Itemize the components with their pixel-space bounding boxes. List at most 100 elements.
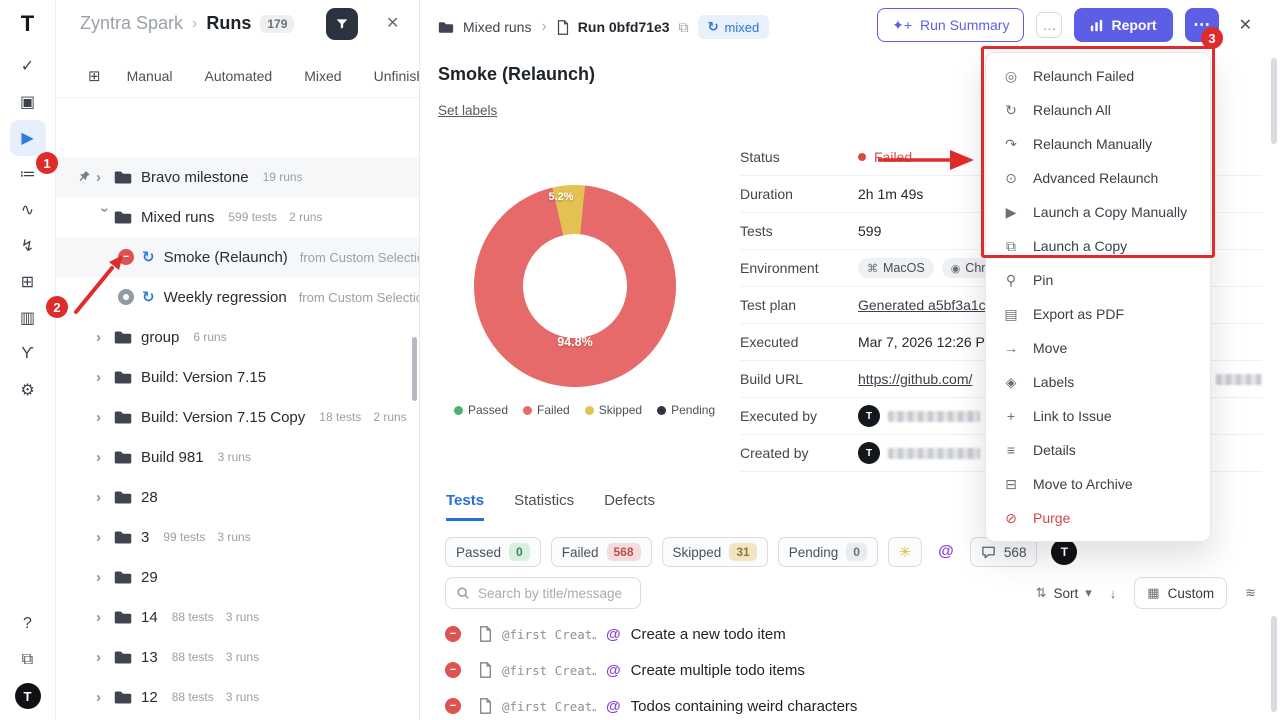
chevron-icon[interactable]: › bbox=[96, 569, 114, 586]
tree-row-build-version-7-15[interactable]: ›Build: Version 7.15 bbox=[56, 357, 419, 397]
tree-row-build-981[interactable]: ›Build 9813 runs bbox=[56, 437, 419, 477]
flaky-filter-chip[interactable]: ✳ bbox=[888, 537, 922, 567]
run-summary-label: Run Summary bbox=[920, 17, 1009, 33]
more-options-button[interactable]: … bbox=[1036, 12, 1062, 38]
rail-signature-icon[interactable]: ∿ bbox=[10, 192, 46, 228]
test-row[interactable]: −@first Creat…@Create a new todo item bbox=[445, 616, 1254, 652]
tree-item-meta: 88 tests bbox=[172, 610, 214, 624]
test-status-icon: − bbox=[445, 698, 461, 714]
reporter-avatar[interactable]: T bbox=[1051, 539, 1077, 565]
menu-item-move-to-archive[interactable]: ⊟Move to Archive bbox=[986, 467, 1210, 501]
tree-row-3[interactable]: ›399 tests3 runs bbox=[56, 517, 419, 557]
rail-console-icon[interactable]: ⊞ bbox=[10, 264, 46, 300]
chevron-icon[interactable]: › bbox=[96, 609, 114, 626]
tree-row-mixed-runs[interactable]: ›Mixed runs599 tests2 runs bbox=[56, 197, 419, 237]
copy-icon[interactable]: ⧉ bbox=[679, 19, 689, 36]
main-scrollbar-thumb-top[interactable] bbox=[1271, 58, 1277, 144]
redacted-text bbox=[888, 411, 980, 422]
report-button[interactable]: Report bbox=[1074, 8, 1172, 42]
menu-item-launch-a-copy[interactable]: ⧉Launch a Copy bbox=[986, 229, 1210, 263]
rail-checklist-icon[interactable]: ≔ bbox=[10, 156, 46, 192]
filter-chip-failed[interactable]: Failed568 bbox=[551, 537, 652, 567]
chevron-icon[interactable]: › bbox=[96, 369, 114, 386]
breadcrumb-parent[interactable]: Mixed runs bbox=[463, 19, 531, 35]
rail-projects-icon[interactable]: ⧉ bbox=[10, 642, 46, 678]
tab-unfinished[interactable]: Unfinished bbox=[374, 68, 419, 84]
filter-chip-passed[interactable]: Passed0 bbox=[445, 537, 541, 567]
filter-button[interactable] bbox=[326, 8, 358, 40]
menu-item-relaunch-failed[interactable]: ◎Relaunch Failed bbox=[986, 59, 1210, 93]
chart-legend: PassedFailedSkippedPending bbox=[454, 403, 715, 417]
chevron-icon[interactable]: › bbox=[97, 207, 114, 225]
tree-row-12[interactable]: ›1288 tests3 runs bbox=[56, 677, 419, 717]
filter-chip-pending[interactable]: Pending0 bbox=[778, 537, 878, 567]
project-name[interactable]: Zyntra Spark bbox=[80, 13, 183, 34]
menu-item-move[interactable]: →Move bbox=[986, 331, 1210, 365]
rail-runs-icon[interactable]: ▶ bbox=[10, 120, 46, 156]
rail-branches-icon[interactable]: ϒ bbox=[10, 336, 46, 372]
rail-tasks-icon[interactable]: ✓ bbox=[10, 48, 46, 84]
chevron-icon[interactable]: › bbox=[96, 449, 114, 466]
tree-item-meta: 2 runs bbox=[289, 210, 322, 224]
chevron-icon[interactable]: › bbox=[96, 649, 114, 666]
chevron-icon[interactable]: › bbox=[96, 409, 114, 426]
runs-overview-icon[interactable]: ⊞ bbox=[88, 67, 101, 85]
tree-row-build-version-7-15-copy[interactable]: ›Build: Version 7.15 Copy18 tests2 runs bbox=[56, 397, 419, 437]
rail-analytics-icon[interactable]: ▥ bbox=[10, 300, 46, 336]
test-row[interactable]: −@first Creat…@Todos containing weird ch… bbox=[445, 688, 1254, 720]
tab-manual[interactable]: Manual bbox=[127, 68, 173, 84]
tune-filters-icon[interactable]: ≋ bbox=[1245, 585, 1256, 601]
menu-item-labels[interactable]: ◈Labels bbox=[986, 365, 1210, 399]
tree-scrollbar-thumb[interactable] bbox=[412, 337, 417, 401]
tab-mixed[interactable]: Mixed bbox=[304, 68, 341, 84]
menu-item-pin[interactable]: ⚲Pin bbox=[986, 263, 1210, 297]
menu-item-link-to-issue[interactable]: +Link to Issue bbox=[986, 399, 1210, 433]
legend-dot bbox=[585, 406, 594, 415]
chevron-icon[interactable]: › bbox=[96, 689, 114, 706]
rail-account-icon[interactable]: T bbox=[10, 678, 46, 714]
chevron-icon[interactable]: › bbox=[96, 329, 114, 346]
tab-statistics[interactable]: Statistics bbox=[514, 492, 574, 521]
search-input[interactable] bbox=[478, 586, 630, 601]
chevron-icon[interactable]: › bbox=[96, 489, 114, 506]
tree-item-meta: 19 runs bbox=[263, 170, 303, 184]
detail-link[interactable]: https://github.com/ bbox=[858, 371, 972, 387]
tree-row-bravo-milestone[interactable]: ›Bravo milestone19 runs bbox=[56, 157, 419, 197]
set-labels-link[interactable]: Set labels bbox=[438, 103, 497, 118]
tab-defects[interactable]: Defects bbox=[604, 492, 655, 521]
tag-filter-icon[interactable]: @ bbox=[932, 538, 960, 566]
tree-row-group[interactable]: ›group6 runs bbox=[56, 317, 419, 357]
menu-item-advanced-relaunch[interactable]: ⊙Advanced Relaunch bbox=[986, 161, 1210, 195]
custom-view-button[interactable]: ▦ Custom bbox=[1134, 577, 1227, 609]
tree-row-14[interactable]: ›1488 tests3 runs bbox=[56, 597, 419, 637]
main-scrollbar-thumb-bottom[interactable] bbox=[1271, 616, 1277, 712]
sort-dropdown[interactable]: ⇅ Sort ▾ bbox=[1036, 585, 1092, 601]
menu-item-launch-a-copy-manually[interactable]: ▶Launch a Copy Manually bbox=[986, 195, 1210, 229]
menu-item-details[interactable]: ≡Details bbox=[986, 433, 1210, 467]
detail-link[interactable]: Generated a5bf3a1c bbox=[858, 297, 986, 313]
tree-row-13[interactable]: ›1388 tests3 runs bbox=[56, 637, 419, 677]
sort-direction-icon[interactable]: ↓ bbox=[1110, 586, 1117, 601]
runs-panel-close-button[interactable]: ✕ bbox=[386, 13, 399, 33]
rail-board-icon[interactable]: ▣ bbox=[10, 84, 46, 120]
menu-item-relaunch-all[interactable]: ↻Relaunch All bbox=[986, 93, 1210, 127]
test-row[interactable]: −@first Creat…@Create multiple todo item… bbox=[445, 652, 1254, 688]
menu-item-relaunch-manually[interactable]: ↷Relaunch Manually bbox=[986, 127, 1210, 161]
tab-tests[interactable]: Tests bbox=[446, 492, 484, 521]
run-summary-button[interactable]: ✦+ Run Summary bbox=[877, 8, 1024, 42]
chevron-icon[interactable]: › bbox=[96, 169, 114, 186]
filter-chip-skipped[interactable]: Skipped31 bbox=[662, 537, 768, 567]
tree-row-29[interactable]: ›29 bbox=[56, 557, 419, 597]
tab-automated[interactable]: Automated bbox=[205, 68, 273, 84]
chevron-icon[interactable]: › bbox=[96, 529, 114, 546]
menu-item-export-as-pdf[interactable]: ▤Export as PDF bbox=[986, 297, 1210, 331]
rail-activity-icon[interactable]: ↯ bbox=[10, 228, 46, 264]
rail-settings-icon[interactable]: ⚙ bbox=[10, 372, 46, 408]
run-detail-close-button[interactable]: ✕ bbox=[1239, 15, 1252, 35]
run-menu-button[interactable]: ⋯ bbox=[1185, 8, 1219, 42]
rail-help-icon[interactable]: ? bbox=[10, 606, 46, 642]
menu-item-purge[interactable]: ⊘Purge bbox=[986, 501, 1210, 535]
tree-row-smoke-relaunch[interactable]: −↻Smoke (Relaunch)from Custom Selection bbox=[56, 237, 419, 277]
tree-row-28[interactable]: ›28 bbox=[56, 477, 419, 517]
tree-row-weekly-regression[interactable]: ↻Weekly regressionfrom Custom Selection bbox=[56, 277, 419, 317]
